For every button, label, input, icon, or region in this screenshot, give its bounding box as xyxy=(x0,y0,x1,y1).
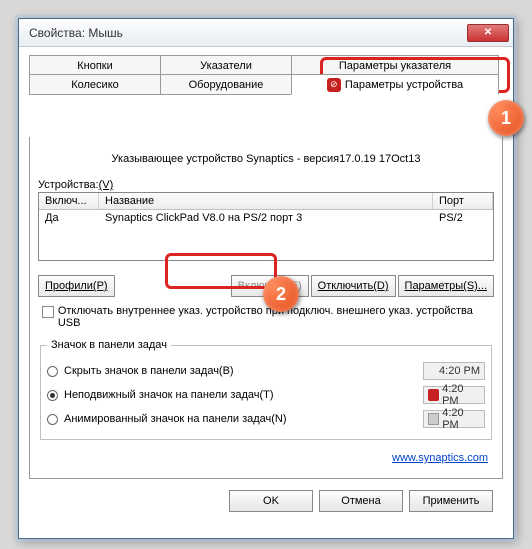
cancel-button[interactable]: Отмена xyxy=(319,490,403,512)
parameters-button[interactable]: Параметры(S)... xyxy=(398,275,494,297)
table-row[interactable]: Да Synaptics ClickPad V8.0 на PS/2 порт … xyxy=(39,210,493,226)
tab-pointers[interactable]: Указатели xyxy=(160,55,292,76)
radio-row-hide: Скрыть значок в панели задач(B) 4:20 PM xyxy=(47,359,485,383)
cell-enabled: Да xyxy=(39,210,99,226)
cell-name: Synaptics ClickPad V8.0 на PS/2 порт 3 xyxy=(99,210,433,226)
preview-hide: 4:20 PM xyxy=(423,362,485,380)
tray-icon-legend: Значок в панели задач xyxy=(47,339,171,351)
close-button[interactable]: ✕ xyxy=(467,24,509,42)
col-enabled[interactable]: Включ... xyxy=(39,193,99,209)
col-port[interactable]: Порт xyxy=(433,193,493,209)
disable-internal-checkbox[interactable] xyxy=(42,306,54,318)
preview-animated: 4:20 PM xyxy=(423,410,485,428)
tab-device-settings-label: Параметры устройства xyxy=(345,79,463,91)
synaptics-icon: ⊘ xyxy=(327,78,341,92)
radio-static[interactable] xyxy=(47,390,58,401)
devices-label: Устройства:(V) xyxy=(38,179,494,191)
synaptics-link[interactable]: www.synaptics.com xyxy=(392,452,488,464)
tray-icon-red xyxy=(428,389,439,401)
radio-static-label: Неподвижный значок на панели задач(T) xyxy=(64,389,417,401)
tab-panel: Указывающее устройство Synaptics - верси… xyxy=(29,137,503,479)
titlebar: Свойства: Мышь ✕ xyxy=(19,19,513,47)
window-title: Свойства: Мышь xyxy=(29,26,467,40)
tray-icon-group: Значок в панели задач Скрыть значок в па… xyxy=(40,339,492,440)
tab-pointer-options[interactable]: Параметры указателя xyxy=(291,55,499,76)
ok-button[interactable]: OK xyxy=(229,490,313,512)
content-area: Кнопки Указатели Параметры указателя Кол… xyxy=(19,47,513,530)
apply-button[interactable]: Применить xyxy=(409,490,493,512)
tab-device-settings[interactable]: ⊘ Параметры устройства xyxy=(291,74,499,95)
devices-table: Включ... Название Порт Да Synaptics Clic… xyxy=(38,192,494,261)
dialog-footer: OK Отмена Применить xyxy=(29,479,503,522)
tab-container: Кнопки Указатели Параметры указателя Кол… xyxy=(29,55,503,97)
radio-row-animated: Анимированный значок на панели задач(N) … xyxy=(47,407,485,431)
synaptics-link-row: www.synaptics.com xyxy=(44,452,488,464)
tray-icon-gray xyxy=(428,413,439,425)
enable-button[interactable]: Включить(E) xyxy=(231,275,309,297)
tab-hardware[interactable]: Оборудование xyxy=(160,74,292,95)
table-header: Включ... Название Порт xyxy=(39,193,493,210)
radio-hide[interactable] xyxy=(47,366,58,377)
radio-row-static: Неподвижный значок на панели задач(T) 4:… xyxy=(47,383,485,407)
disable-button[interactable]: Отключить(D) xyxy=(311,275,396,297)
tab-buttons[interactable]: Кнопки xyxy=(29,55,161,76)
radio-animated[interactable] xyxy=(47,414,58,425)
radio-hide-label: Скрыть значок в панели задач(B) xyxy=(64,365,417,377)
dialog-window: Свойства: Мышь ✕ Кнопки Указатели Параме… xyxy=(18,18,514,539)
profiles-button[interactable]: Профили(P) xyxy=(38,275,115,297)
col-name[interactable]: Название xyxy=(99,193,433,209)
preview-static: 4:20 PM xyxy=(423,386,485,404)
panel-header: Указывающее устройство Synaptics - верси… xyxy=(38,153,494,165)
button-row: Профили(P) Включить(E) Отключить(D) Пара… xyxy=(38,275,494,297)
cell-port: PS/2 xyxy=(433,210,493,226)
disable-internal-checkbox-row: Отключать внутреннее указ. устройство пр… xyxy=(38,303,494,331)
disable-internal-label: Отключать внутреннее указ. устройство пр… xyxy=(58,305,490,329)
radio-animated-label: Анимированный значок на панели задач(N) xyxy=(64,413,417,425)
tab-wheel[interactable]: Колесико xyxy=(29,74,161,95)
